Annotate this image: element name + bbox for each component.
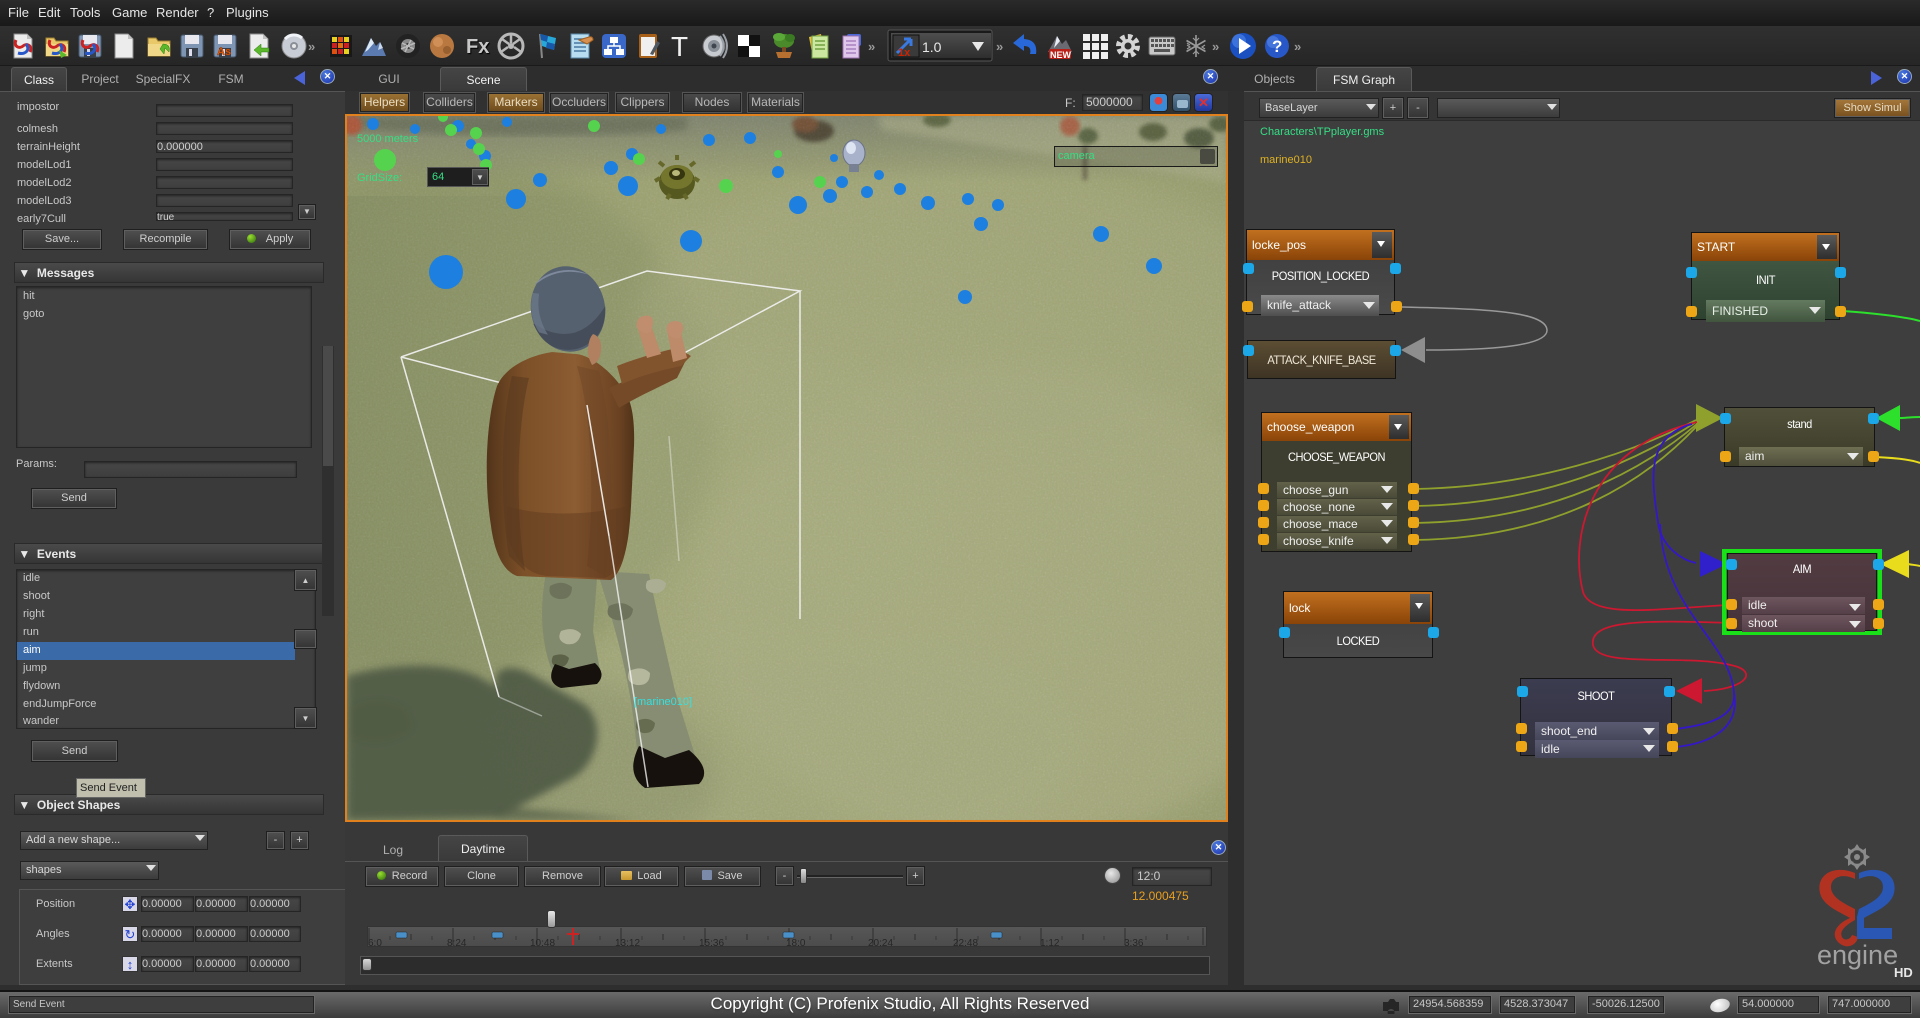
svg-text:T: T	[671, 31, 688, 62]
svg-text:13:12: 13:12	[615, 938, 640, 947]
svg-text:»: »	[868, 39, 875, 54]
svg-text:1x: 1x	[898, 47, 911, 59]
svg-text:[marine010]: [marine010]	[634, 696, 692, 708]
svg-text:15:36: 15:36	[699, 938, 724, 947]
svg-text:1.0: 1.0	[922, 39, 942, 55]
svg-text:»: »	[996, 39, 1003, 54]
svg-text:Fx: Fx	[466, 36, 489, 58]
svg-text:3:36: 3:36	[1124, 938, 1144, 947]
svg-text:engine: engine	[1817, 940, 1898, 970]
svg-text:»: »	[308, 39, 315, 54]
svg-text:1:12: 1:12	[1040, 938, 1060, 947]
svg-text:18:0: 18:0	[786, 938, 806, 947]
svg-text:HD: HD	[1894, 965, 1913, 980]
svg-text:»: »	[1212, 39, 1219, 54]
svg-text:22:48: 22:48	[953, 938, 978, 947]
svg-text:NEW: NEW	[1050, 50, 1072, 60]
svg-text:?: ?	[1272, 37, 1282, 56]
svg-text:10:48: 10:48	[530, 938, 555, 947]
svg-text:As: As	[217, 46, 231, 58]
svg-text:6:0: 6:0	[368, 938, 382, 947]
svg-text:20:24: 20:24	[868, 938, 893, 947]
svg-text:8:24: 8:24	[447, 938, 467, 947]
svg-text:»: »	[1294, 39, 1301, 54]
